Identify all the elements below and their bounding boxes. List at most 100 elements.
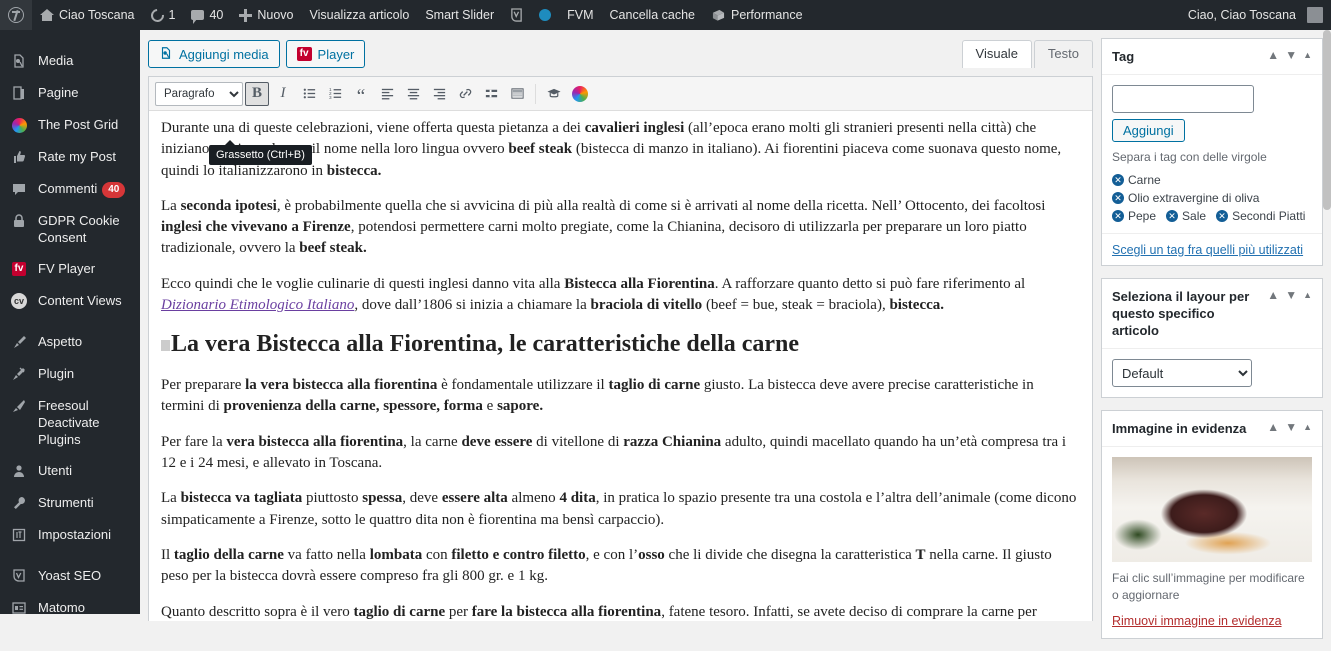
sidebar-item-label: Strumenti <box>38 495 94 510</box>
choose-popular-tags-link[interactable]: Scegli un tag fra quelli più utilizzati <box>1112 243 1303 257</box>
move-up-icon[interactable]: ▲ <box>1267 48 1279 62</box>
featured-image-panel-header[interactable]: Immagine in evidenza ▲ ▼ ▲ <box>1102 411 1322 447</box>
content-link[interactable]: Dizionario Etimologico Italiano <box>161 297 354 313</box>
content-bold: taglio della carne <box>173 546 284 563</box>
comments-icon <box>191 10 205 24</box>
post-content-editor[interactable]: Durante una di queste celebrazioni, vien… <box>149 112 1092 621</box>
fv-player-button[interactable]: fv Player <box>285 40 366 68</box>
move-down-icon[interactable]: ▼ <box>1285 288 1297 302</box>
admin-bar-right: Ciao, Ciao Toscana <box>1180 0 1331 30</box>
smart-slider-menu[interactable]: Smart Slider <box>417 0 502 30</box>
page-scrollbar[interactable] <box>1323 30 1331 614</box>
new-content-menu[interactable]: Nuovo <box>231 0 301 30</box>
toolbar-toggle-button[interactable] <box>505 82 529 106</box>
page-scrollbar-thumb[interactable] <box>1323 30 1331 210</box>
tag-panel-header[interactable]: Tag ▲ ▼ ▲ <box>1102 39 1322 75</box>
blockquote-button[interactable]: “ <box>349 82 373 106</box>
layout-select[interactable]: Default <box>1112 359 1252 387</box>
fvm-label: FVM <box>567 8 594 22</box>
admin-sidebar-menu: Media Pagine The Post Grid Rate my Post … <box>0 30 140 614</box>
italic-button[interactable]: I <box>271 82 295 106</box>
content-bold: T <box>915 546 926 563</box>
tag-chip: ✕ Pepe <box>1112 209 1156 223</box>
content-bold: razza Chianina <box>623 433 722 450</box>
sidebar-item-aspetto[interactable]: Aspetto <box>0 326 140 358</box>
tab-visuale[interactable]: Visuale <box>961 40 1032 68</box>
paragraph-format-select[interactable]: Paragrafo <box>155 81 243 106</box>
remove-tag-icon[interactable]: ✕ <box>1112 210 1124 222</box>
yoast-seo-menu[interactable] <box>502 0 531 30</box>
move-down-icon[interactable]: ▼ <box>1285 420 1297 434</box>
sidebar-item-label: Aspetto <box>38 334 83 349</box>
editor-mode-tabs: Visuale Testo <box>961 40 1093 68</box>
layout-panel: Seleziona il layour per questo specifico… <box>1101 278 1323 398</box>
wordpress-logo-menu[interactable] <box>0 0 32 30</box>
read-more-button[interactable] <box>479 82 503 106</box>
yoast-icon <box>511 7 522 22</box>
sidebar-item-partial-above[interactable] <box>0 30 140 45</box>
settings-icon <box>9 526 29 544</box>
add-tag-button[interactable]: Aggiungi <box>1112 119 1185 142</box>
add-media-button[interactable]: Aggiungi media <box>148 40 280 68</box>
sidebar-item-the-post-grid[interactable]: The Post Grid <box>0 109 140 141</box>
featured-image-thumbnail[interactable] <box>1112 457 1312 562</box>
fvm-menu[interactable]: FVM <box>559 0 601 30</box>
bulleted-list-button[interactable] <box>297 82 321 106</box>
bold-button[interactable]: B <box>245 81 269 106</box>
sidebar-item-plugin[interactable]: Plugin <box>0 358 140 390</box>
sidebar-item-utenti[interactable]: Utenti <box>0 455 140 487</box>
insert-link-button[interactable] <box>453 82 477 106</box>
sidebar-item-gdpr-cookie-consent[interactable]: GDPR Cookie Consent <box>0 205 140 253</box>
blue-dot-menu[interactable] <box>531 0 559 30</box>
remove-featured-image-link[interactable]: Rimuovi immagine in evidenza <box>1112 614 1282 628</box>
view-post-link[interactable]: Visualizza articolo <box>302 0 418 30</box>
content-bold: taglio di carne <box>608 377 701 394</box>
content-bold: cavalieri inglesi <box>584 120 685 136</box>
sidebar-item-media[interactable]: Media <box>0 45 140 77</box>
updates-menu[interactable]: 1 <box>143 0 184 30</box>
remove-tag-icon[interactable]: ✕ <box>1166 210 1179 222</box>
sidebar-item-fv-player[interactable]: fv FV Player <box>0 253 140 285</box>
sidebar-item-rate-my-post[interactable]: Rate my Post <box>0 141 140 173</box>
sidebar-item-commenti[interactable]: Commenti 40 <box>0 173 140 205</box>
content-bold: vera bistecca alla fiorentina <box>226 433 404 450</box>
content-text: Per fare la <box>161 433 227 450</box>
sidebar-item-impostazioni[interactable]: Impostazioni <box>0 519 140 551</box>
remove-tag-icon[interactable]: ✕ <box>1112 174 1124 186</box>
align-right-button[interactable] <box>427 82 451 106</box>
sidebar-item-matomo-analytics[interactable]: Matomo Analytics <box>0 592 140 614</box>
content-text: La <box>161 197 181 214</box>
numbered-list-button[interactable]: 123 <box>323 82 347 106</box>
move-down-icon[interactable]: ▼ <box>1285 48 1297 62</box>
move-up-icon[interactable]: ▲ <box>1267 420 1279 434</box>
move-up-icon[interactable]: ▲ <box>1267 288 1279 302</box>
sidebar-item-content-views[interactable]: cv Content Views <box>0 285 140 317</box>
clear-cache-button[interactable]: Cancella cache <box>602 0 703 30</box>
comments-menu[interactable]: 40 <box>183 0 231 30</box>
site-name-menu[interactable]: Ciao Toscana <box>32 0 143 30</box>
sidebar-item-pagine[interactable]: Pagine <box>0 77 140 109</box>
sidebar-item-yoast-seo[interactable]: Yoast SEO <box>0 560 140 592</box>
content-bold: beef steak <box>508 141 573 158</box>
sidebar-item-freesoul-deactivate-plugins[interactable]: Freesoul Deactivate Plugins <box>0 390 140 455</box>
align-left-button[interactable] <box>375 82 399 106</box>
post-sidebar: Tag ▲ ▼ ▲ Aggiungi Separa i tag con dell… <box>1101 38 1323 651</box>
toggle-panel-icon[interactable]: ▲ <box>1303 290 1312 300</box>
content-bold: lombata <box>369 546 423 563</box>
sidebar-item-strumenti[interactable]: Strumenti <box>0 487 140 519</box>
remove-tag-icon[interactable]: ✕ <box>1112 192 1124 204</box>
editor-column: Aggiungi media fv Player Visuale Testo P… <box>148 38 1093 621</box>
toggle-panel-icon[interactable]: ▲ <box>1303 50 1312 60</box>
toggle-panel-icon[interactable]: ▲ <box>1303 422 1312 432</box>
my-account-menu[interactable]: Ciao, Ciao Toscana <box>1180 0 1331 30</box>
tag-chip-label: Olio extravergine di oliva <box>1128 191 1260 205</box>
performance-menu[interactable]: Performance <box>703 0 811 30</box>
post-grid-button[interactable] <box>568 82 592 106</box>
content-bold: beef steak. <box>299 240 367 257</box>
tab-testo[interactable]: Testo <box>1033 40 1093 68</box>
graduation-cap-button[interactable] <box>542 82 566 106</box>
remove-tag-icon[interactable]: ✕ <box>1216 210 1229 222</box>
align-center-button[interactable] <box>401 82 425 106</box>
tag-input[interactable] <box>1112 85 1254 113</box>
layout-panel-header[interactable]: Seleziona il layour per questo specifico… <box>1102 279 1322 349</box>
